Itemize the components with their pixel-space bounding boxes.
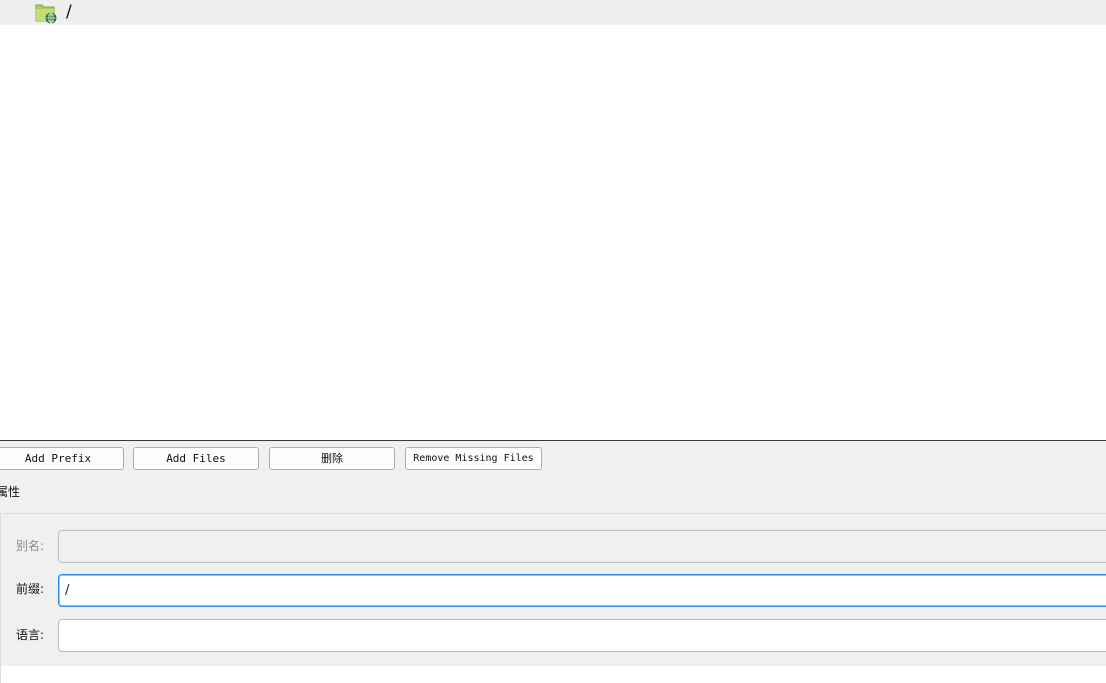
delete-button[interactable]: 删除 bbox=[269, 447, 395, 470]
folder-globe-icon bbox=[34, 2, 58, 24]
properties-group-title: 属性 bbox=[0, 485, 21, 499]
tree-item-label: / bbox=[66, 2, 72, 22]
language-label: 语言: bbox=[16, 628, 45, 642]
language-field[interactable] bbox=[58, 619, 1106, 652]
prefix-field[interactable] bbox=[58, 574, 1106, 607]
properties-panel: Add Prefix Add Files 删除 Remove Missing F… bbox=[0, 441, 1106, 683]
remove-missing-files-button[interactable]: Remove Missing Files bbox=[405, 447, 542, 470]
add-files-button[interactable]: Add Files bbox=[133, 447, 259, 470]
add-prefix-button[interactable]: Add Prefix bbox=[0, 447, 124, 470]
prefix-label: 前缀: bbox=[16, 582, 45, 596]
alias-label: 别名: bbox=[16, 539, 45, 553]
resource-tree[interactable]: / bbox=[0, 0, 1106, 441]
alias-field[interactable] bbox=[58, 530, 1106, 563]
tree-item-root[interactable]: / bbox=[0, 0, 1106, 25]
